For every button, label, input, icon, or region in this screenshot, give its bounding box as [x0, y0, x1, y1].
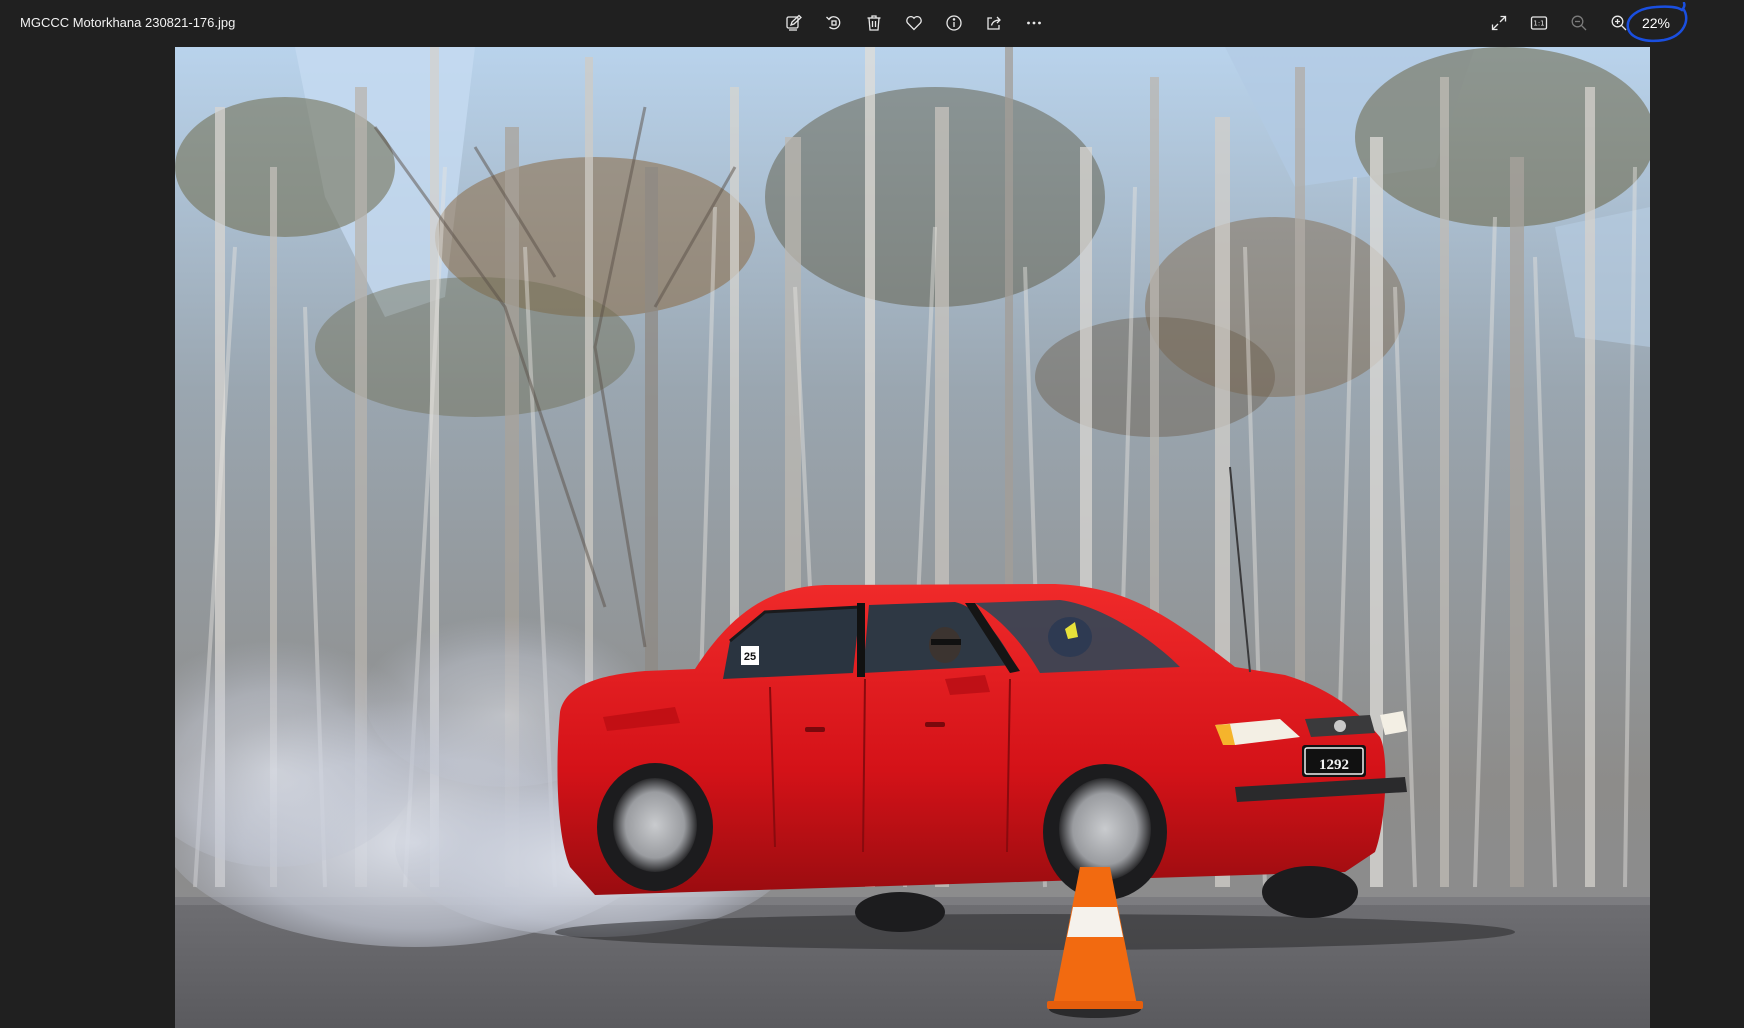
fullscreen-icon	[1491, 15, 1507, 31]
view-toolbar: 1:1	[1479, 5, 1639, 41]
image-viewer: 25 1292	[0, 46, 1744, 1028]
actual-size-button[interactable]: 1:1	[1519, 5, 1559, 41]
image-actions-toolbar	[774, 5, 1054, 41]
file-name-title: MGCCC Motorkhana 230821-176.jpg	[20, 15, 236, 30]
actual-size-glyph: 1:1	[1533, 20, 1544, 28]
favorite-button[interactable]	[894, 5, 934, 41]
rear-wheel	[597, 763, 713, 891]
share-icon	[987, 16, 1001, 30]
more-options-button[interactable]	[1014, 5, 1054, 41]
heart-icon	[906, 15, 922, 31]
rotate-button[interactable]	[814, 5, 854, 41]
edit-image-button[interactable]	[774, 5, 814, 41]
rotate-icon	[826, 16, 841, 30]
actual-size-icon: 1:1	[1530, 16, 1548, 30]
delete-button[interactable]	[854, 5, 894, 41]
fullscreen-button[interactable]	[1479, 5, 1519, 41]
zoom-out-button[interactable]	[1559, 5, 1599, 41]
edit-icon	[786, 14, 802, 31]
delete-icon	[867, 15, 881, 31]
zoom-out-icon	[1571, 15, 1587, 31]
number-plate: 1292	[1319, 757, 1349, 773]
file-info-button[interactable]	[934, 5, 974, 41]
zoom-level-button[interactable]: 22%	[1628, 6, 1684, 40]
share-button[interactable]	[974, 5, 1014, 41]
info-icon	[946, 15, 962, 31]
car-number-card: 25	[744, 651, 756, 663]
title-bar: MGCCC Motorkhana 230821-176.jpg 1:1 22%	[0, 0, 1744, 46]
more-icon	[1027, 21, 1041, 25]
zoom-in-icon	[1611, 15, 1627, 31]
motorkhana-photo[interactable]: 25 1292	[175, 47, 1650, 1028]
